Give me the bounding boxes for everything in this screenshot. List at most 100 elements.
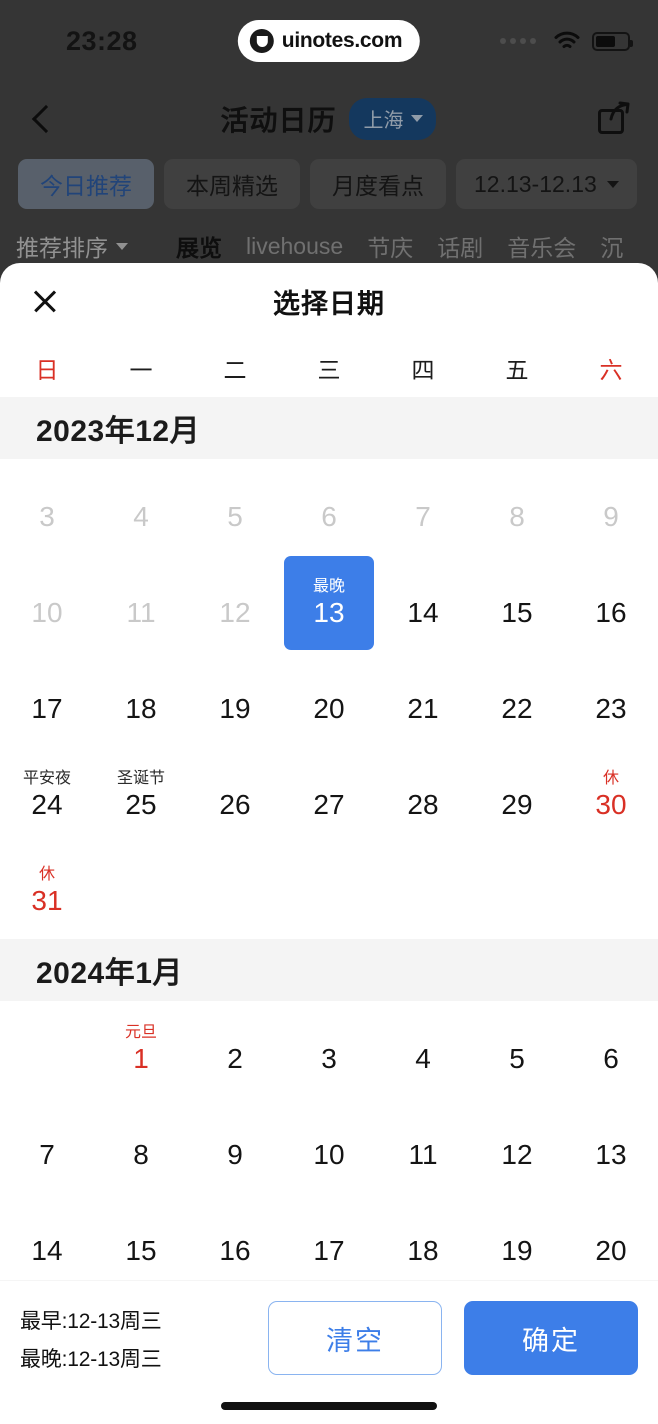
day-number: 20 [595, 1234, 627, 1266]
day-number: 19 [501, 1234, 533, 1266]
calendar-day-cell[interactable]: 29 [470, 747, 564, 843]
calendar-day-cell[interactable]: 6 [564, 1001, 658, 1097]
day-number: 10 [31, 596, 63, 628]
calendar-day-cell[interactable]: 27 [282, 747, 376, 843]
calendar-day-cell[interactable]: 10 [282, 1097, 376, 1193]
day-content: 11 [126, 578, 155, 629]
calendar-day-cell[interactable]: 4 [376, 1001, 470, 1097]
day-number: 7 [39, 1138, 55, 1170]
calendar-day-cell[interactable]: 7 [0, 1097, 94, 1193]
day-content: 5 [509, 1024, 525, 1075]
selection-summary: 最早:12-13周三 最晚:12-13周三 [20, 1299, 162, 1373]
day-number: 4 [133, 500, 149, 532]
calendar-day-cell: 12 [188, 555, 282, 651]
calendar-day-cell[interactable]: 20 [564, 1193, 658, 1280]
calendar-day-cell[interactable]: 12 [470, 1097, 564, 1193]
calendar-day-cell[interactable]: 5 [470, 1001, 564, 1097]
calendar-day-cell[interactable]: 15 [470, 555, 564, 651]
weekday-header-2: 二 [223, 357, 247, 383]
day-number: 9 [227, 1138, 243, 1170]
day-content: 20 [595, 1216, 626, 1267]
clear-button[interactable]: 清空 [268, 1301, 442, 1375]
day-content: 休 31 [31, 866, 62, 917]
calendar-day-cell[interactable]: 平安夜 24 [0, 747, 94, 843]
calendar-day-cell[interactable]: 20 [282, 651, 376, 747]
month-grid: 3 4 5 6 7 8 9 10 11 12 最晚 13 14 15 16 17 18 19 20 21 22 23 平安夜… [0, 459, 658, 939]
calendar-day-cell[interactable]: 元旦 1 [94, 1001, 188, 1097]
day-content: 17 [313, 1216, 344, 1267]
calendar-day-cell: 4 [94, 459, 188, 555]
day-content: 7 [39, 1120, 55, 1171]
calendar-day-cell[interactable]: 17 [282, 1193, 376, 1280]
day-content: 10 [313, 1120, 344, 1171]
day-number: 14 [31, 1234, 63, 1266]
calendar-day-cell[interactable]: 休 30 [564, 747, 658, 843]
calendar-day-cell[interactable]: 2 [188, 1001, 282, 1097]
day-number: 26 [219, 788, 251, 820]
day-number: 16 [219, 1234, 251, 1266]
calendar-day-cell: 5 [188, 459, 282, 555]
day-content: 11 [408, 1120, 437, 1171]
calendar-day-cell[interactable]: 16 [564, 555, 658, 651]
day-number: 11 [408, 1138, 438, 1170]
day-content: 29 [501, 770, 532, 821]
weekday-header-1: 一 [129, 357, 153, 383]
calendar-day-cell[interactable]: 圣诞节 25 [94, 747, 188, 843]
day-content: 16 [595, 578, 626, 629]
day-number: 5 [509, 1042, 525, 1074]
calendar-day-cell[interactable]: 16 [188, 1193, 282, 1280]
day-number: 24 [31, 788, 63, 820]
calendar-day-cell[interactable]: 14 [0, 1193, 94, 1280]
calendar-day-cell[interactable]: 18 [376, 1193, 470, 1280]
day-content: 3 [39, 482, 55, 533]
calendar-day-cell[interactable]: 17 [0, 651, 94, 747]
day-content: 圣诞节 25 [117, 770, 165, 821]
calendar-day-cell[interactable]: 8 [94, 1097, 188, 1193]
calendar-day-cell[interactable]: 13 [564, 1097, 658, 1193]
calendar-day-cell[interactable]: 22 [470, 651, 564, 747]
day-number: 27 [313, 788, 345, 820]
day-number: 17 [31, 692, 63, 724]
calendar-day-cell[interactable]: 14 [376, 555, 470, 651]
day-number: 18 [407, 1234, 439, 1266]
close-icon[interactable] [28, 284, 62, 318]
day-content: 平安夜 24 [23, 770, 71, 821]
day-content: 8 [133, 1120, 149, 1171]
calendar-scroll-area[interactable]: 2023年12月 3 4 5 6 7 8 9 10 11 12 最晚 13 14 15 16 17 18 19 20 2… [0, 397, 658, 1280]
footer-buttons: 清空 确定 [180, 1299, 638, 1375]
day-number: 13 [595, 1138, 627, 1170]
day-content: 16 [219, 1216, 250, 1267]
calendar-day-cell[interactable]: 3 [282, 1001, 376, 1097]
day-content: 28 [407, 770, 438, 821]
calendar-day-cell[interactable]: 15 [94, 1193, 188, 1280]
calendar-day-cell[interactable]: 19 [188, 651, 282, 747]
day-number: 8 [133, 1138, 149, 1170]
day-content: 14 [31, 1216, 62, 1267]
day-content: 20 [313, 674, 344, 725]
month-heading-label: 2024年1月 [36, 957, 183, 990]
calendar-day-cell[interactable]: 11 [376, 1097, 470, 1193]
day-content: 9 [227, 1120, 243, 1171]
day-label: 休 [38, 865, 55, 883]
calendar-day-cell: 3 [0, 459, 94, 555]
day-content: 21 [407, 674, 438, 725]
calendar-day-cell[interactable]: 28 [376, 747, 470, 843]
confirm-button[interactable]: 确定 [464, 1301, 638, 1375]
day-label: 平安夜 [22, 769, 71, 787]
day-number: 15 [125, 1234, 157, 1266]
calendar-day-cell[interactable]: 23 [564, 651, 658, 747]
day-number: 5 [227, 500, 243, 532]
calendar-day-cell[interactable]: 21 [376, 651, 470, 747]
calendar-day-cell[interactable]: 最晚 13 [282, 555, 376, 651]
calendar-day-cell[interactable]: 18 [94, 651, 188, 747]
calendar-day-cell[interactable]: 26 [188, 747, 282, 843]
calendar-day-cell[interactable]: 9 [188, 1097, 282, 1193]
day-content: 6 [603, 1024, 619, 1075]
day-label: 元旦 [124, 1023, 157, 1041]
calendar-day-cell[interactable]: 休 31 [0, 843, 94, 939]
calendar-day-cell[interactable]: 19 [470, 1193, 564, 1280]
day-content: 26 [219, 770, 250, 821]
day-number: 8 [509, 500, 525, 532]
day-content: 27 [313, 770, 344, 821]
day-content: 2 [227, 1024, 243, 1075]
